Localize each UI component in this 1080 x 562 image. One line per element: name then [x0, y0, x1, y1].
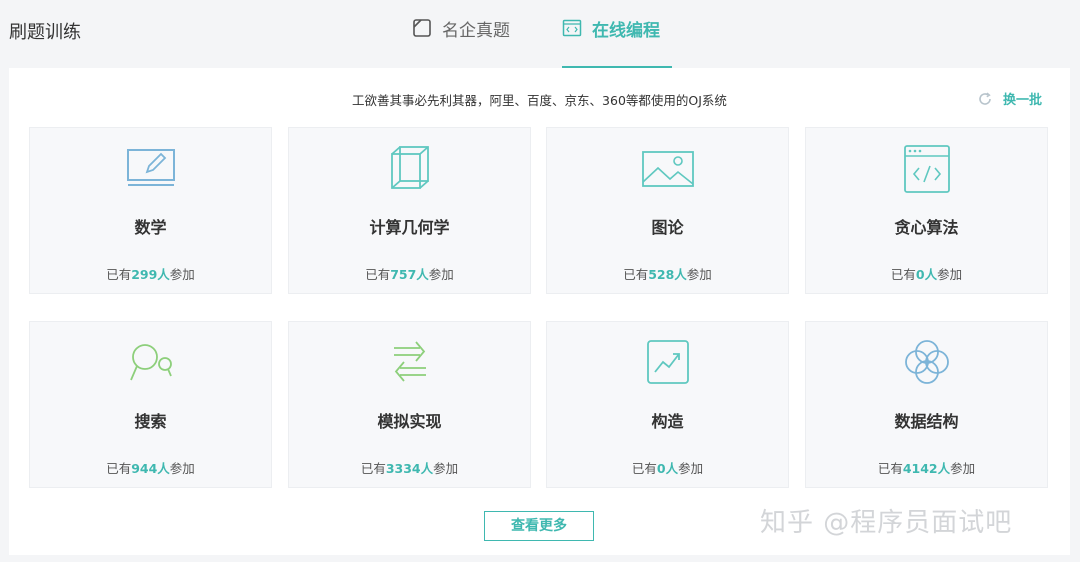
card-count: 已有3334人参加 — [360, 461, 459, 476]
refresh-button[interactable]: 换一批 — [977, 89, 1042, 108]
category-card-greedy[interactable]: 贪心算法 已有0人参加 — [805, 127, 1048, 294]
category-card-data-structure[interactable]: 数据结构 已有4142人参加 — [805, 321, 1048, 488]
card-count: 已有0人参加 — [631, 461, 704, 476]
swap-arrows-icon — [393, 341, 426, 382]
category-card-search[interactable]: 搜索 已有944人参加 — [29, 321, 272, 488]
card-name: 贪心算法 — [894, 218, 959, 237]
card-count: 已有528人参加 — [623, 267, 712, 282]
card-count: 已有4142人参加 — [877, 461, 976, 476]
tab-bar: 名企真题 在线编程 — [0, 0, 1080, 68]
card-name: 数据结构 — [894, 412, 959, 431]
view-more-button[interactable]: 查看更多 — [484, 511, 594, 541]
pencil-board-icon — [126, 149, 175, 186]
card-count: 已有757人参加 — [365, 267, 454, 282]
category-card-simulation[interactable]: 模拟实现 已有3334人参加 — [288, 321, 531, 488]
card-name: 图论 — [651, 218, 684, 237]
image-icon — [641, 151, 694, 187]
tab-company-questions[interactable]: 名企真题 — [412, 14, 510, 68]
magnifier-icon — [129, 344, 172, 381]
category-card-geometry[interactable]: 计算几何学 已有757人参加 — [288, 127, 531, 294]
tab-online-coding[interactable]: 在线编程 — [562, 14, 672, 68]
category-card-graph[interactable]: 图论 已有528人参加 — [546, 127, 789, 294]
trend-chart-icon — [646, 340, 689, 384]
slogan-text: 工欲善其事必先利其器，阿里、百度、京东、360等都使用的OJ系统 — [352, 93, 727, 108]
tab-label: 在线编程 — [592, 21, 660, 41]
card-name: 构造 — [651, 412, 684, 431]
code-window-icon — [903, 145, 950, 193]
category-card-construction[interactable]: 构造 已有0人参加 — [546, 321, 789, 488]
document-icon — [413, 19, 431, 37]
refresh-icon — [979, 91, 991, 105]
card-name: 搜索 — [134, 412, 167, 431]
watermark: 知乎 @程序员面试吧 — [760, 508, 1013, 538]
refresh-label: 换一批 — [1003, 93, 1043, 108]
circles-icon — [904, 340, 949, 384]
problem-panel: 工欲善其事必先利其器，阿里、百度、京东、360等都使用的OJ系统 换一批 数学 … — [9, 68, 1070, 555]
category-card-math[interactable]: 数学 已有299人参加 — [29, 127, 272, 294]
card-name: 数学 — [134, 218, 167, 237]
card-count: 已有944人参加 — [106, 461, 195, 476]
card-name: 计算几何学 — [369, 218, 450, 237]
cube-icon — [390, 146, 429, 189]
card-count: 已有0人参加 — [890, 267, 963, 282]
card-count: 已有299人参加 — [106, 267, 195, 282]
tab-label: 名企真题 — [442, 21, 510, 41]
card-name: 模拟实现 — [377, 412, 442, 431]
code-window-icon — [562, 19, 582, 37]
